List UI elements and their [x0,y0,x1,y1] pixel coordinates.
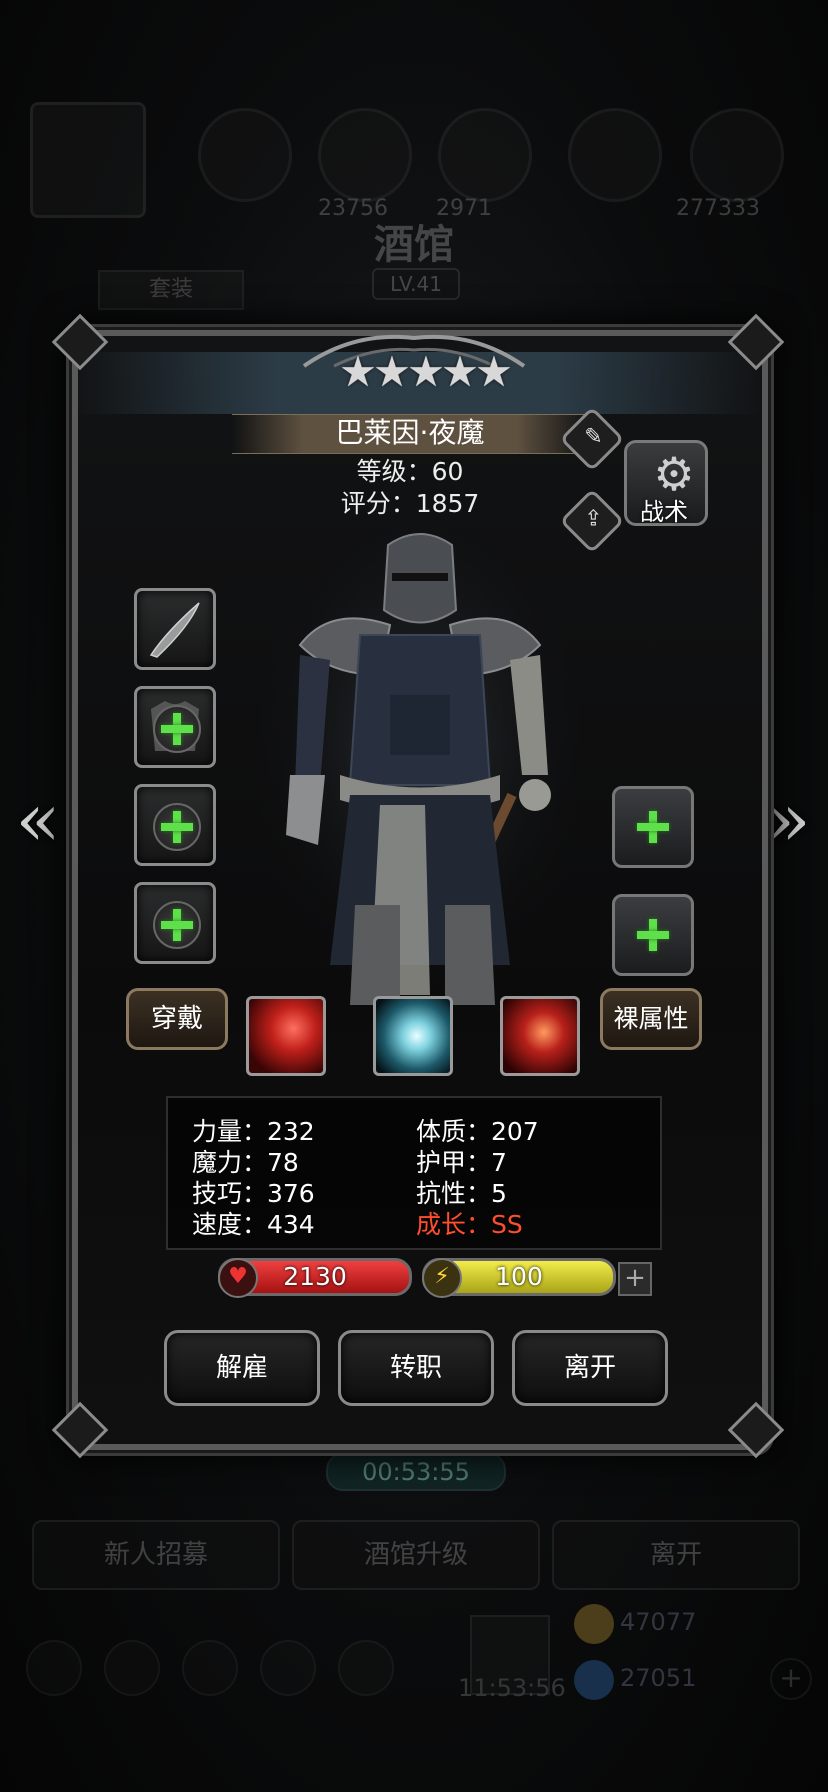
player-avatar [30,102,146,218]
gold-amount: 47077 [620,1608,697,1636]
resource-icon-2 [318,108,412,202]
add-icon [153,705,201,753]
gear-icon: ⚙ [653,447,695,501]
resource-icon-1 [198,108,292,202]
upgrade-tavern-button[interactable]: 酒馆升级 [292,1520,540,1590]
skill-fire-icon[interactable] [500,996,580,1076]
weapon-slot[interactable] [134,588,216,670]
hero-portrait [260,525,580,1005]
lightning-icon: ⚡ [422,1258,462,1298]
leave-tavern-button[interactable]: 离开 [552,1520,800,1590]
add-icon [631,913,675,957]
tab-set[interactable]: 套装 [98,270,244,310]
left-arrow-icon[interactable]: « [8,780,68,860]
menu-icon-5[interactable] [338,1640,394,1696]
menu-icon-1[interactable] [26,1640,82,1696]
tavern-level: LV.41 [372,268,460,300]
gold-coin-icon [574,1604,614,1644]
armor-slot[interactable] [134,686,216,768]
add-energy-button[interactable]: + [618,1262,652,1296]
add-icon [153,901,201,949]
change-job-button[interactable]: 转职 [338,1330,494,1406]
resource-icon-4 [568,108,662,202]
skill-slash-icon[interactable] [246,996,326,1076]
heart-icon: ♥ [218,1258,258,1298]
menu-icon-3[interactable] [182,1640,238,1696]
edit-icon: ✎ [584,424,603,450]
recruit-button[interactable]: 新人招募 [32,1520,280,1590]
hero-name: 巴莱因·夜魔 [335,416,485,449]
menu-icon-2[interactable] [104,1640,160,1696]
resource-icon-3 [438,108,532,202]
leave-button[interactable]: 离开 [512,1330,668,1406]
add-icon [153,803,201,851]
accessory-slot[interactable] [134,784,216,866]
menu-icon-4[interactable] [260,1640,316,1696]
dagger-icon [149,602,200,658]
bottom-time: 11:53:56 [458,1674,566,1702]
gem-amount: 27051 [620,1664,697,1692]
skill-wind-icon[interactable] [373,996,453,1076]
add-currency-button[interactable]: + [770,1658,812,1700]
tavern-title: 酒馆 [374,221,454,268]
wear-button[interactable]: 穿戴 [126,988,228,1050]
rune-slot[interactable] [612,786,694,868]
naked-attributes-button[interactable]: 裸属性 [600,988,702,1050]
gem-icon [574,1660,614,1700]
star-icon: ★ [475,347,513,396]
add-icon [631,805,675,849]
stat-speed: 速度：434 [192,1210,315,1239]
stat-growth: 成长：SS [416,1210,523,1239]
dismiss-button[interactable]: 解雇 [164,1330,320,1406]
hero-level: 等级：60 [356,457,464,486]
resource-icon-5 [690,108,784,202]
accessory-slot[interactable] [134,882,216,964]
tavern-timer: 00:53:55 [326,1453,506,1491]
hero-score: 评分：1857 [340,489,480,518]
tactics-label: 战术 [640,498,688,526]
rune-slot[interactable] [612,894,694,976]
